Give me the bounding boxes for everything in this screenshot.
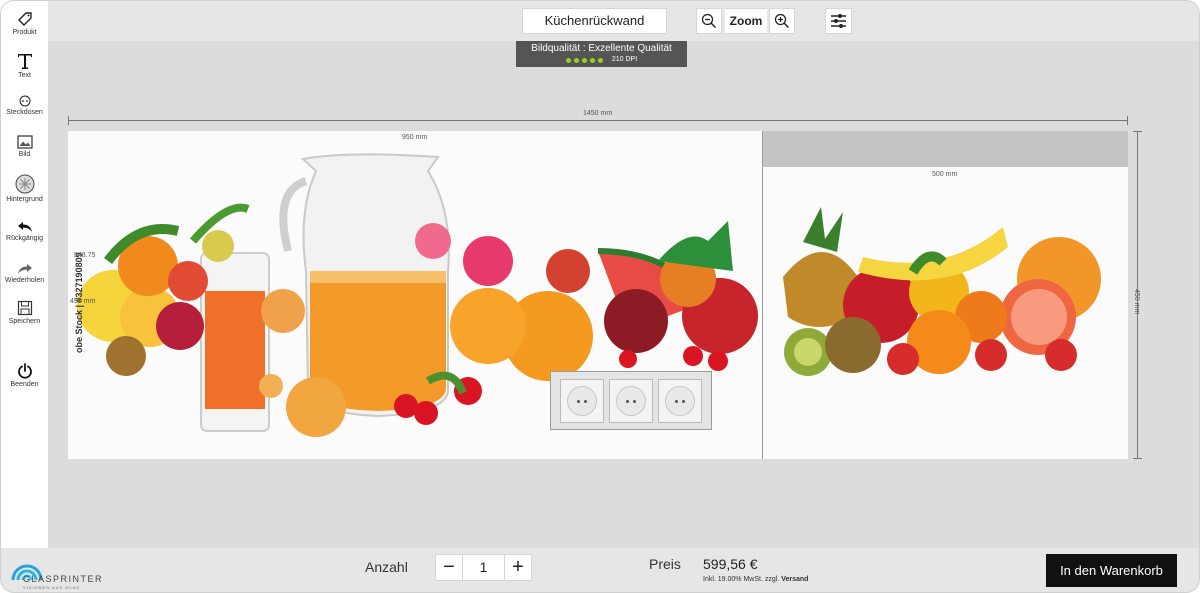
sidebar-item-label: Text xyxy=(18,72,31,79)
zoom-label: Zoom xyxy=(725,8,767,34)
socket-group[interactable] xyxy=(550,371,712,430)
total-width-label: 1450 mm xyxy=(583,110,613,117)
sliders-icon xyxy=(831,14,846,28)
quantity-label: Anzahl xyxy=(365,559,408,575)
socket-face xyxy=(665,385,696,416)
sidebar-item-produkt[interactable]: Produkt xyxy=(1,11,48,36)
configurator-window: Produkt Text Steckdosen Bild Hintergrund… xyxy=(0,0,1200,593)
canvas-panel-right-gap xyxy=(763,131,1128,167)
price-note: Inkl. 19.00% MwSt. zzgl. Versand xyxy=(703,576,808,583)
quality-dot xyxy=(581,57,587,63)
image-quality-badge: Bildqualität : Exzellente Qualität 210 D… xyxy=(516,41,687,67)
quantity-decrease-button[interactable]: − xyxy=(435,554,463,581)
quality-dot xyxy=(565,57,571,63)
socket[interactable] xyxy=(658,378,703,423)
sidebar-item-beenden[interactable]: Beenden xyxy=(1,363,48,388)
brand-tagline: VISIONEN AUS GLAS xyxy=(23,585,81,590)
fruit-image-right xyxy=(763,167,1128,459)
quality-dot xyxy=(589,57,595,63)
quality-dot xyxy=(573,57,579,63)
settings-button[interactable] xyxy=(825,8,852,34)
sidebar-item-label: Wiederholen xyxy=(4,277,45,284)
height-label: 450 mm xyxy=(1133,289,1140,315)
width-dimension-line xyxy=(68,116,1128,125)
text-icon xyxy=(17,54,32,69)
quality-dot xyxy=(597,57,603,63)
socket-face xyxy=(566,385,597,416)
image-icon xyxy=(16,135,33,149)
add-to-cart-button[interactable]: In den Warenkorb xyxy=(1046,554,1177,587)
sidebar-item-label: Beenden xyxy=(10,381,39,388)
sidebar-item-label: Bild xyxy=(18,151,31,158)
sidebar-item-label: Hintergrund xyxy=(6,196,43,203)
right-width-label: 500 mm xyxy=(932,171,958,178)
shipping-link[interactable]: Versand xyxy=(781,576,808,583)
brand-name: GLASPRINTER xyxy=(23,574,104,584)
background-icon xyxy=(15,174,34,194)
zoom-in-icon xyxy=(774,13,790,29)
tag-icon xyxy=(17,12,32,26)
sidebar-item-bild[interactable]: Bild xyxy=(1,135,48,158)
price-note-text: Inkl. 19.00% MwSt. zzgl. xyxy=(703,576,780,583)
sidebar: Produkt Text Steckdosen Bild Hintergrund… xyxy=(1,1,48,548)
product-title[interactable]: Küchenrückwand xyxy=(522,8,667,34)
sidebar-item-text[interactable]: Text xyxy=(1,52,48,79)
redo-icon xyxy=(17,264,32,274)
zoom-out-icon xyxy=(701,13,717,29)
sidebar-item-rueckgaengig[interactable]: Rückgängig xyxy=(1,221,48,242)
bottom-bar: GLASPRINTER VISIONEN AUS GLAS Anzahl − 1… xyxy=(1,548,1199,592)
price-label: Preis xyxy=(649,556,681,572)
quantity-input[interactable]: 1 xyxy=(463,554,504,581)
socket-icon xyxy=(19,95,30,107)
brand-logo[interactable]: GLASPRINTER VISIONEN AUS GLAS xyxy=(11,554,102,590)
quality-dpi: 210 DPI xyxy=(611,56,638,63)
socket[interactable] xyxy=(608,378,653,423)
socket-face xyxy=(615,385,646,416)
left-height-label: 548.75 xyxy=(74,252,96,259)
sidebar-item-steckdosen[interactable]: Steckdosen xyxy=(1,95,48,116)
left-width-label: 950 mm xyxy=(402,134,428,141)
quantity-increase-button[interactable]: + xyxy=(504,554,532,581)
sidebar-item-label: Rückgängig xyxy=(6,235,43,242)
sidebar-item-hintergrund[interactable]: Hintergrund xyxy=(1,174,48,203)
save-icon xyxy=(17,300,32,316)
quality-text: Bildqualität : Exzellente Qualität xyxy=(531,43,672,54)
quality-rating: 210 DPI xyxy=(516,55,687,65)
sidebar-item-label: Speichern xyxy=(8,318,41,325)
power-icon xyxy=(17,363,32,379)
top-toolbar: Küchenrückwand Zoom xyxy=(48,1,1199,41)
price-value: 599,56 € xyxy=(703,556,758,572)
zoom-out-button[interactable] xyxy=(696,8,722,34)
sidebar-item-speichern[interactable]: Speichern xyxy=(1,300,48,325)
left-height-label-2: 450 mm xyxy=(70,298,96,305)
canvas-panel-right[interactable] xyxy=(763,167,1128,459)
zoom-in-button[interactable] xyxy=(769,8,795,34)
sidebar-item-label: Produkt xyxy=(12,29,37,36)
sidebar-item-label: Steckdosen xyxy=(6,109,43,116)
sidebar-item-wiederholen[interactable]: Wiederholen xyxy=(1,263,48,284)
undo-icon xyxy=(17,222,32,232)
socket[interactable] xyxy=(559,378,604,423)
